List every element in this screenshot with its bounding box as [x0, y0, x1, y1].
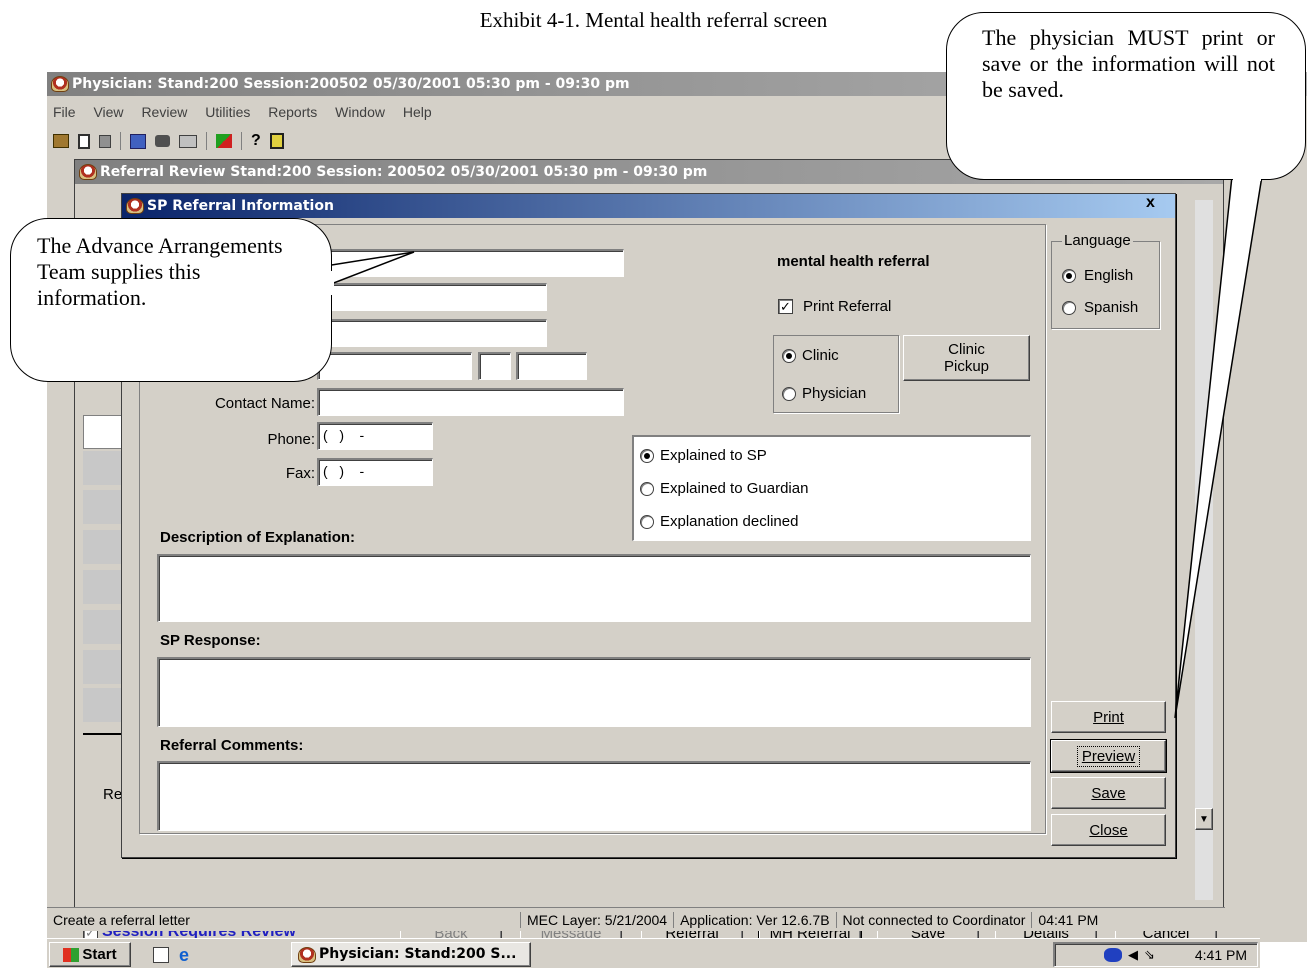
right-callout-joint — [1233, 174, 1261, 181]
right-callout-tail — [1174, 175, 1263, 719]
right-callout: The physician MUST print or save or the … — [946, 12, 1306, 180]
left-callout: The Advance Arrangements Team supplies t… — [10, 218, 332, 382]
left-callout-joint — [328, 271, 334, 295]
right-callout-text: The physician MUST print or save or the … — [982, 25, 1275, 102]
left-callout-text: The Advance Arrangements Team supplies t… — [37, 233, 283, 310]
